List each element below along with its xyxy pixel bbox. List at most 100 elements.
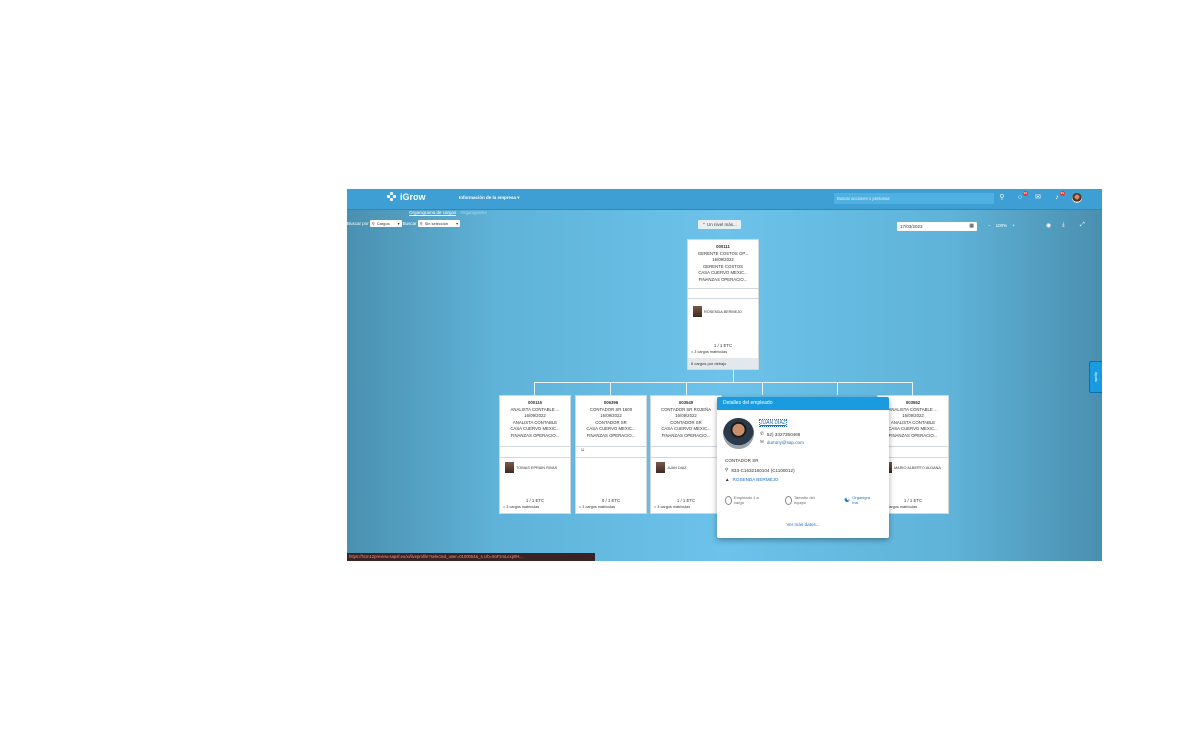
position-company: CASA CUERVO MEXIC...	[661, 426, 711, 432]
filter-select-1[interactable]: ⚲ Cargos ▾	[369, 220, 402, 227]
employee-role: CONTADOR SR	[725, 458, 759, 463]
fte-count: 1 / 1 ETC	[676, 498, 696, 503]
connector-line	[686, 382, 687, 395]
position-role: GERENTE COSTOS	[702, 263, 744, 269]
chevron-down-icon: ▾	[517, 195, 520, 200]
position-card[interactable]: 000115 ANALISTA CONTABLE ... 16/09/2022 …	[499, 395, 571, 514]
filter-select-2-value: Sin selección	[424, 221, 449, 226]
help-side-tab[interactable]: Ayuda	[1089, 361, 1102, 393]
position-company: CASA CUERVO MEXIC...	[510, 426, 560, 432]
notif-badge: 99	[1022, 191, 1028, 196]
filter-select-2[interactable]: ⚲ Sin selección ▾	[417, 220, 461, 227]
incumbent[interactable]: JUAN DIAZ	[656, 462, 687, 473]
zoom-controls: − 100% +	[988, 223, 1015, 228]
app-logo[interactable]: iGrow	[387, 192, 426, 202]
filter-bar: Buscar por ⚲ Cargos ▾ Buscar ⚲ Sin selec…	[347, 220, 461, 227]
connector-line	[733, 369, 734, 382]
position-sub: = 3 cargos matriculas	[691, 350, 728, 354]
person-photo	[656, 462, 665, 473]
direct-reports-action[interactable]: Empleado 1 a cargo	[725, 495, 764, 505]
position-card[interactable]: 003549 CONTADOR SR ROJEÑA 16/09/2022 CON…	[650, 395, 722, 514]
zoom-out-button[interactable]: −	[988, 223, 991, 228]
filter-label-1: Buscar por	[347, 221, 369, 226]
search-input[interactable]: Buscar acciones o personas	[834, 193, 994, 204]
position-sub: = 3 cargos matriculas	[503, 505, 540, 509]
position-id: 000115	[527, 400, 543, 405]
phone-number[interactable]: 52) 3327350466	[767, 432, 800, 437]
employee-photo	[723, 418, 754, 449]
incumbent[interactable]: MARIO ALBERTO ALDANA	[883, 462, 941, 473]
location-icon: ⚲	[725, 467, 729, 472]
position-title: CONTADOR SR 1600	[589, 406, 633, 412]
position-dept: FINANZAS OPERACIO...	[510, 432, 560, 438]
fullscreen-icon[interactable]: ⤢	[1080, 222, 1085, 229]
org-chart-action[interactable]: ☯ Organigra ma	[844, 495, 876, 505]
fte-count: 1 / 1 ETC	[525, 498, 545, 503]
manager-row: ▲ ROSENDA BERMEJO	[725, 477, 779, 482]
up-level-button[interactable]: ⌃ Un nivel más...	[698, 220, 741, 229]
recent-icon[interactable]: ○ 99	[1015, 191, 1028, 203]
person-photo	[505, 462, 514, 473]
chevron-down-icon: ▾	[456, 221, 459, 226]
email-link[interactable]: dummy@sap.com	[767, 440, 804, 445]
position-dept: FINANZAS OPERACIO...	[698, 276, 748, 282]
position-card[interactable]: 006396 CONTADOR SR 1600 16/09/2022 CONTA…	[575, 395, 647, 514]
person-name: ROSENDA BERMEJO	[704, 309, 742, 314]
team-size-action[interactable]: Tamaño del equipo	[785, 495, 819, 505]
org-chart-icon: ☯	[844, 497, 851, 504]
user-avatar[interactable]	[1072, 193, 1082, 203]
app-window: iGrow Información de la empresa ▾ Buscar…	[347, 189, 1102, 561]
search-icon: ⚲	[371, 221, 375, 226]
position-title: CONTADOR SR ROJEÑA	[660, 406, 712, 412]
connector-line	[762, 382, 763, 395]
incumbent[interactable]: TOBIAS EPRAIN RIVAS	[505, 462, 557, 473]
vacant-icon: ☺	[580, 447, 586, 453]
person-name: MARIO ALBERTO ALDANA	[894, 465, 941, 470]
eye-icon[interactable]: ◉	[1046, 222, 1051, 229]
position-id: 006396	[603, 400, 619, 405]
download-icon[interactable]: ⤓	[1062, 222, 1065, 229]
bell-icon[interactable]: ♪ 99	[1052, 191, 1065, 203]
position-date: 16/09/2022	[524, 413, 546, 419]
zoom-in-button[interactable]: +	[1012, 223, 1015, 228]
search-icon[interactable]: ⚲	[997, 193, 1007, 203]
messages-icon[interactable]: ✉	[1033, 193, 1043, 203]
direct-reports-label: Empleado 1 a cargo	[734, 495, 759, 505]
company-info-label: Información de la empresa	[459, 195, 517, 200]
position-company: CASA CUERVO MEXIC...	[698, 270, 748, 276]
filter-select-1-value: Cargos	[376, 221, 390, 226]
app-name: iGrow	[400, 192, 426, 202]
phone-row: ✆ 52) 3327350466	[760, 431, 800, 437]
position-date: 16/09/2022	[675, 413, 697, 419]
connector-line	[534, 382, 913, 383]
employee-details-popup: Detalles del empleado JUAN DIAZ ✆ 52) 33…	[717, 397, 889, 538]
incumbent[interactable]: ROSENDA BERMEJO	[693, 306, 742, 317]
manager-link[interactable]: ROSENDA BERMEJO	[733, 477, 779, 482]
tab-organigrama[interactable]: Organigrama	[461, 210, 487, 215]
top-bar: iGrow Información de la empresa ▾ Buscar…	[347, 189, 1102, 210]
filter-label-2: Buscar	[402, 221, 417, 226]
mail-icon: ✉	[760, 439, 764, 444]
company-info-menu[interactable]: Información de la empresa ▾	[459, 195, 520, 201]
more-data-link[interactable]: Ver más datos...	[717, 522, 889, 527]
email-row: ✉ dummy@sap.com	[760, 439, 804, 445]
logo-icon	[387, 192, 397, 202]
position-date: 16/09/2022	[600, 413, 622, 419]
phone-icon: ✆	[760, 431, 764, 436]
calendar-icon[interactable]: ▦	[969, 222, 974, 231]
connector-line	[610, 382, 611, 395]
date-input[interactable]: 17/03/2023 ▦	[897, 222, 977, 231]
position-role: CONTADOR SR	[595, 419, 627, 425]
search-icon: ⚲	[419, 221, 423, 226]
date-value: 17/03/2023	[900, 224, 923, 229]
tab-organigrama-cargos[interactable]: Organigrama de cargos	[409, 210, 457, 216]
connector-line	[837, 382, 838, 395]
fte-count: 0 / 1 ETC	[601, 498, 621, 503]
employee-name-link[interactable]: JUAN DIAZ	[759, 419, 787, 427]
status-bar-url: https://hcm12preview.sapsf.eu/xi/livepro…	[347, 553, 595, 561]
position-card-top[interactable]: 000111 GERENTE COSTOS OP... 16/09/2022 G…	[687, 239, 759, 370]
employee-location: 833-C1632160104 (C1100012)	[731, 467, 795, 473]
position-sub: = 3 cargos matriculas	[654, 505, 691, 509]
below-positions-button[interactable]: 6 cargos por debajo	[688, 358, 758, 369]
position-dept: FINANZAS OPERACIO...	[586, 432, 636, 438]
